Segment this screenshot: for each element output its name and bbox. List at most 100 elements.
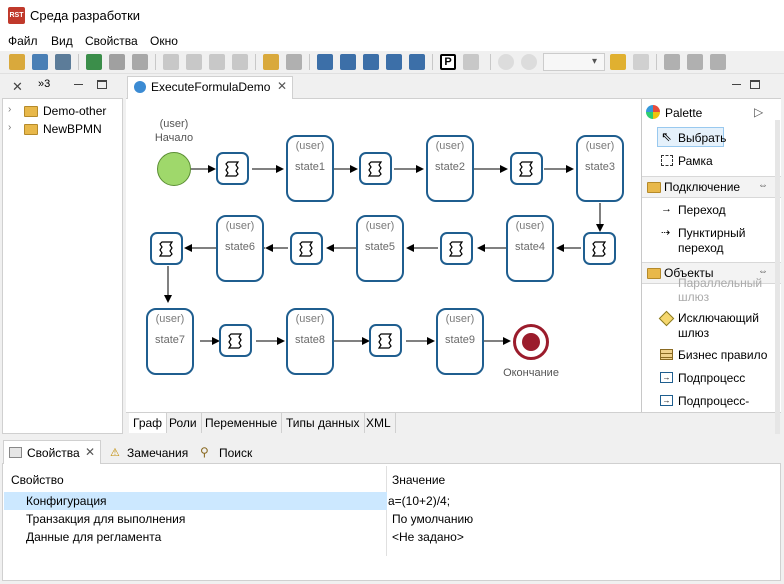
export-icon[interactable] <box>55 54 71 70</box>
state-task-4[interactable]: (user) state4 <box>506 215 554 282</box>
deploy-icon[interactable] <box>132 54 148 70</box>
state-task-2[interactable]: (user) state2 <box>426 135 474 202</box>
script-task[interactable] <box>510 152 543 185</box>
undo-icon[interactable] <box>610 54 626 70</box>
align-center-icon[interactable] <box>340 54 356 70</box>
palette-item-transition[interactable]: Переход <box>678 203 726 217</box>
window-title: Среда разработки <box>30 8 141 23</box>
tab-search[interactable]: Поиск <box>219 446 252 460</box>
script-task[interactable] <box>440 232 473 265</box>
tab-graph[interactable]: Граф <box>129 413 168 433</box>
import-icon[interactable] <box>32 54 48 70</box>
copy-icon[interactable] <box>664 54 680 70</box>
script-task[interactable] <box>290 232 323 265</box>
state-task-6[interactable]: (user) state6 <box>216 215 264 282</box>
warning-icon: ⚠ <box>110 447 120 459</box>
menu-window[interactable]: Окно <box>150 34 178 48</box>
end-label: Окончание <box>503 367 559 379</box>
delete-icon[interactable] <box>232 54 248 70</box>
close-icon[interactable]: ✕ <box>85 445 95 459</box>
state-task-5[interactable]: (user) state5 <box>356 215 404 282</box>
script-task[interactable] <box>369 324 402 357</box>
align-right-icon[interactable] <box>409 54 425 70</box>
script-task[interactable] <box>359 152 392 185</box>
subprocess-icon: → <box>660 372 673 383</box>
state-task-7[interactable]: (user) state7 <box>146 308 194 375</box>
palette-item-dashed-transition[interactable]: Пунктирный переход <box>678 226 773 256</box>
tab-data-types[interactable]: Типы данных <box>282 413 365 433</box>
start-event[interactable] <box>157 152 191 186</box>
state-task-9[interactable]: (user) state9 <box>436 308 484 375</box>
tab-properties-label: Свойства <box>27 446 80 460</box>
tab-variables[interactable]: Переменные <box>201 413 283 433</box>
expand-icon[interactable]: › <box>8 104 11 115</box>
minimize-icon[interactable] <box>74 84 83 85</box>
globe-icon[interactable] <box>86 54 102 70</box>
palette-tool-marquee[interactable]: Рамка <box>678 154 713 168</box>
marquee-icon <box>661 155 673 166</box>
state-task-3[interactable]: (user) state3 <box>576 135 624 202</box>
bot-icon[interactable] <box>109 54 125 70</box>
expand-icon[interactable]: › <box>8 122 11 133</box>
collapse-icon[interactable]: ⇔ <box>758 180 768 191</box>
menu-file[interactable]: Файл <box>8 34 38 48</box>
column-header-value[interactable]: Значение <box>392 473 445 487</box>
palette-item-exclusive-gateway[interactable]: Исключающий шлюз <box>678 311 773 341</box>
script-task[interactable] <box>150 232 183 265</box>
redo-icon[interactable] <box>633 54 649 70</box>
toolbar-separator <box>432 54 433 70</box>
minimize-icon[interactable] <box>732 84 741 85</box>
script-task[interactable] <box>219 324 252 357</box>
palette-title: Palette <box>665 106 703 120</box>
save-all-icon[interactable] <box>186 54 202 70</box>
tree-item-demo-other[interactable]: Demo-other <box>43 104 106 118</box>
palette-item-parallel-gateway[interactable]: Параллельный шлюз <box>678 276 773 302</box>
tab-xml[interactable]: XML <box>362 413 396 433</box>
table-row-value[interactable]: По умолчанию <box>392 512 473 526</box>
script-icon <box>225 161 240 177</box>
paste-icon[interactable] <box>687 54 703 70</box>
grid-icon[interactable] <box>463 54 479 70</box>
tab-problems[interactable]: Замечания <box>127 446 188 460</box>
print-preview-icon[interactable]: P <box>440 54 456 70</box>
state-task-8[interactable]: (user) state8 <box>286 308 334 375</box>
palette-item-subprocess-multi[interactable]: Подпроцесс- <box>678 394 749 408</box>
palette-item-subprocess[interactable]: Подпроцесс <box>678 371 745 385</box>
refresh-icon[interactable] <box>263 54 279 70</box>
paste-special-icon[interactable] <box>710 54 726 70</box>
palette-scrollbar[interactable] <box>775 120 780 434</box>
script-task[interactable] <box>216 152 249 185</box>
save-as-icon[interactable] <box>209 54 225 70</box>
palette-item-business-rule[interactable]: Бизнес правило <box>678 348 767 362</box>
tab-roles[interactable]: Роли <box>165 413 202 433</box>
properties-icon[interactable] <box>286 54 302 70</box>
zoom-in-icon[interactable] <box>521 54 537 70</box>
align-bottom-icon[interactable] <box>317 54 333 70</box>
save-icon[interactable] <box>163 54 179 70</box>
table-row-value[interactable]: a=(10+2)/4; <box>388 494 450 508</box>
zoom-out-icon[interactable] <box>498 54 514 70</box>
table-row-value[interactable]: <Не задано> <box>392 530 464 544</box>
column-divider <box>386 466 387 556</box>
script-task[interactable] <box>583 232 616 265</box>
align-left-icon[interactable] <box>386 54 402 70</box>
toolbar-separator <box>490 54 491 70</box>
tree-item-newbpmn[interactable]: NewBPMN <box>43 122 102 136</box>
end-event[interactable] <box>513 324 549 360</box>
state-task-1[interactable]: (user) state1 <box>286 135 334 202</box>
align-top-icon[interactable] <box>363 54 379 70</box>
menu-properties[interactable]: Свойства <box>85 34 138 48</box>
more-tabs[interactable]: »3 <box>38 78 50 90</box>
chevron-down-icon[interactable]: ▾ <box>592 56 597 67</box>
chevron-right-icon[interactable]: ▷ <box>754 105 763 119</box>
close-icon[interactable]: ✕ <box>277 79 287 93</box>
menu-view[interactable]: Вид <box>51 34 73 48</box>
maximize-icon[interactable] <box>750 80 760 89</box>
script-icon <box>228 333 243 349</box>
close-icon[interactable]: ✕ <box>12 79 23 95</box>
end-event-core <box>522 333 540 351</box>
column-header-property[interactable]: Свойство <box>11 473 64 487</box>
toolbar-separator <box>78 54 79 70</box>
maximize-icon[interactable] <box>97 80 107 89</box>
new-icon[interactable] <box>9 54 25 70</box>
